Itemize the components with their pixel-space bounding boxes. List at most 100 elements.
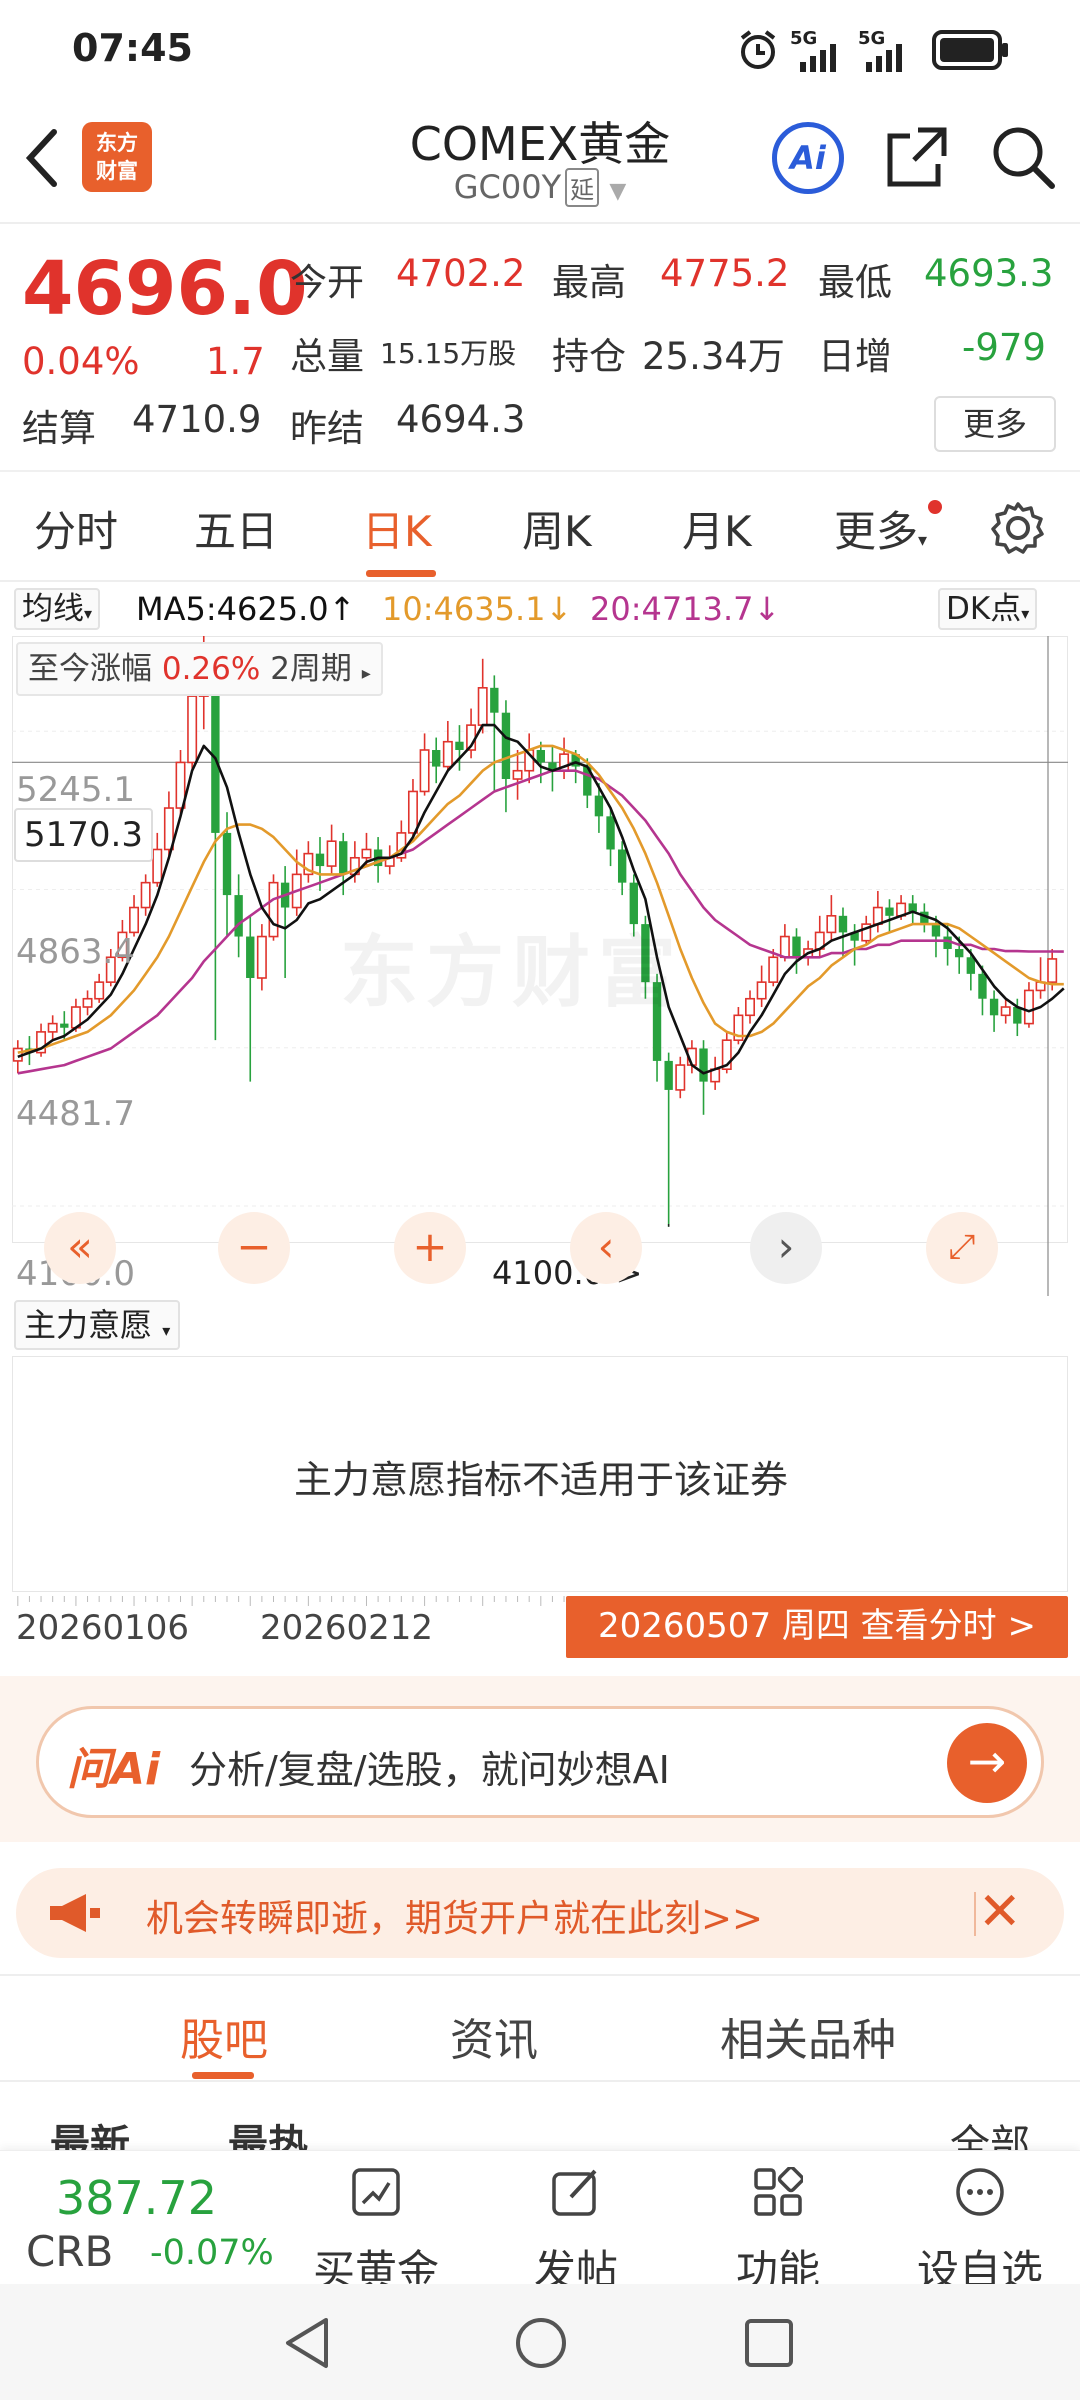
instrument-code[interactable]: GC00Y 延 ▼: [340, 168, 740, 207]
candle-body: [664, 1060, 673, 1090]
open-value: 4702.2: [396, 252, 526, 295]
low-value: 4693.3: [924, 252, 1054, 295]
scroll-far-left-button[interactable]: «: [44, 1212, 116, 1284]
candle-body: [594, 795, 604, 817]
date-axis: 20260106 20260212 20260507 周四 查看分时 >: [0, 1596, 1080, 1672]
candle-body: [60, 1023, 69, 1028]
candle-body: [339, 841, 348, 875]
ma-legend-row: 均线▾ MA5:4625.0↑ 10:4635.1↓ 20:4713.7↓ DK…: [0, 582, 1080, 636]
filter-latest[interactable]: 最新: [50, 2112, 130, 2150]
close-icon[interactable]: ✕: [978, 1882, 1022, 1942]
ma20-legend: 20:4713.7↓: [590, 590, 781, 628]
filter-hot[interactable]: 最热: [228, 2112, 308, 2150]
candle-body: [675, 1064, 686, 1091]
dk-selector[interactable]: DK点▾: [938, 588, 1038, 630]
app-logo[interactable]: 东方财富: [82, 122, 152, 192]
candle-body: [745, 997, 755, 1017]
scroll-left-button[interactable]: ‹: [570, 1212, 642, 1284]
candle-body: [617, 849, 627, 883]
more-dots-icon: [956, 2168, 1004, 2216]
candle-body: [326, 840, 337, 867]
tab-more[interactable]: 更多▾: [834, 498, 927, 559]
low-label: 最低: [818, 261, 892, 304]
candle-body: [442, 740, 453, 768]
date-label-1: 20260106: [16, 1608, 190, 1648]
tab-intraday[interactable]: 分时: [34, 498, 118, 559]
change-value: 1.7: [206, 340, 265, 383]
volume-value: 15.15万股: [380, 337, 517, 370]
candle-body: [246, 936, 255, 978]
caret-down-icon: ▾: [918, 530, 928, 551]
tab-monthly-k[interactable]: 月K: [682, 498, 752, 559]
active-section-indicator: [192, 2072, 254, 2079]
candle-body: [187, 695, 198, 764]
candle-body: [512, 769, 523, 780]
candle-body: [699, 1048, 708, 1082]
cell-signal-icon: [800, 44, 836, 72]
status-bar: 07:45 5G 5G: [0, 0, 1080, 96]
tab-related[interactable]: 相关品种: [720, 2004, 896, 2068]
search-icon[interactable]: [990, 124, 1056, 190]
nav-home-icon[interactable]: [514, 2316, 568, 2370]
tab-daily-k[interactable]: 日K: [362, 498, 432, 559]
grid-icon: [754, 2167, 803, 2216]
tab-forum[interactable]: 股吧: [180, 2004, 268, 2068]
candle-body: [94, 981, 105, 1000]
candle-body: [536, 750, 545, 763]
high-label: 最高: [552, 261, 626, 304]
candle-body: [82, 997, 93, 1008]
indicator-selector[interactable]: 主力意愿 ▾: [14, 1300, 181, 1350]
zoom-in-button[interactable]: +: [394, 1212, 466, 1284]
filter-all[interactable]: 全部: [950, 2112, 1030, 2150]
candle-body: [606, 816, 615, 850]
candle-body: [268, 881, 279, 938]
candle-body: [872, 906, 883, 925]
gear-icon[interactable]: [990, 500, 1046, 556]
ma-selector[interactable]: 均线▾: [14, 588, 101, 630]
fullscreen-button[interactable]: ⤢: [926, 1212, 998, 1284]
candle-body: [129, 906, 140, 934]
change-since-value: 0.26%: [161, 651, 261, 687]
candle-body: [407, 790, 418, 834]
indicator-selector-label: 主力意愿: [24, 1306, 153, 1344]
open-interest-label: 持仓: [552, 335, 626, 378]
tab-weekly-k[interactable]: 周K: [522, 498, 592, 559]
promo-banner[interactable]: 机会转瞬即逝，期货开户就在此刻>> ✕: [16, 1868, 1064, 1958]
candle-body: [490, 687, 499, 713]
date-tooltip-button[interactable]: 20260507 周四 查看分时 >: [566, 1596, 1068, 1658]
caret-right-icon: ▸: [361, 663, 371, 684]
ma5-value: MA5:4625.0: [136, 590, 329, 628]
quote-panel: 4696.0 0.04% 1.7 今开 4702.2 最高 4775.2 最低 …: [0, 226, 1080, 466]
ai-go-button[interactable]: →: [947, 1723, 1027, 1803]
chevron-down-icon: ▼: [609, 179, 627, 204]
change-since-box[interactable]: 至今涨幅 0.26% 2周期 ▸: [16, 642, 383, 696]
candle-body: [222, 832, 232, 896]
zoom-out-button[interactable]: −: [218, 1212, 290, 1284]
candle-body: [234, 895, 243, 937]
candle-body: [256, 935, 267, 979]
notification-dot: [928, 500, 942, 514]
caret-down-icon: ▾: [1021, 604, 1030, 623]
ai-zone: 问Ai 分析/复盘/选股，就问妙想AI →: [0, 1676, 1080, 1842]
filter-row: 最新 最热 全部: [0, 2090, 1080, 2150]
bottom-toolbar: 387.72 CRB -0.07% 买黄金 发帖 功能 设自选: [0, 2150, 1080, 2295]
nav-back-icon[interactable]: [282, 2316, 332, 2370]
candle-body: [1013, 1007, 1022, 1024]
back-icon[interactable]: [20, 126, 64, 190]
more-quote-button[interactable]: 更多: [934, 396, 1056, 452]
candle-body: [455, 741, 464, 750]
candle-body: [140, 881, 151, 909]
megaphone-icon: [50, 1894, 100, 1932]
share-icon[interactable]: [884, 124, 950, 190]
open-interest-value: 25.34万: [642, 335, 785, 378]
candle-body: [838, 915, 848, 933]
high-value: 4775.2: [660, 252, 790, 295]
tab-news[interactable]: 资讯: [450, 2004, 538, 2068]
scroll-right-button[interactable]: ›: [750, 1212, 822, 1284]
tab-five-day[interactable]: 五日: [194, 498, 278, 559]
status-time: 07:45: [72, 26, 193, 70]
nav-recents-icon[interactable]: [744, 2318, 794, 2368]
dk-label: DK点: [946, 591, 1022, 627]
ai-button[interactable]: Ai: [772, 122, 844, 194]
ai-ask-box[interactable]: 问Ai 分析/复盘/选股，就问妙想AI →: [36, 1706, 1044, 1818]
